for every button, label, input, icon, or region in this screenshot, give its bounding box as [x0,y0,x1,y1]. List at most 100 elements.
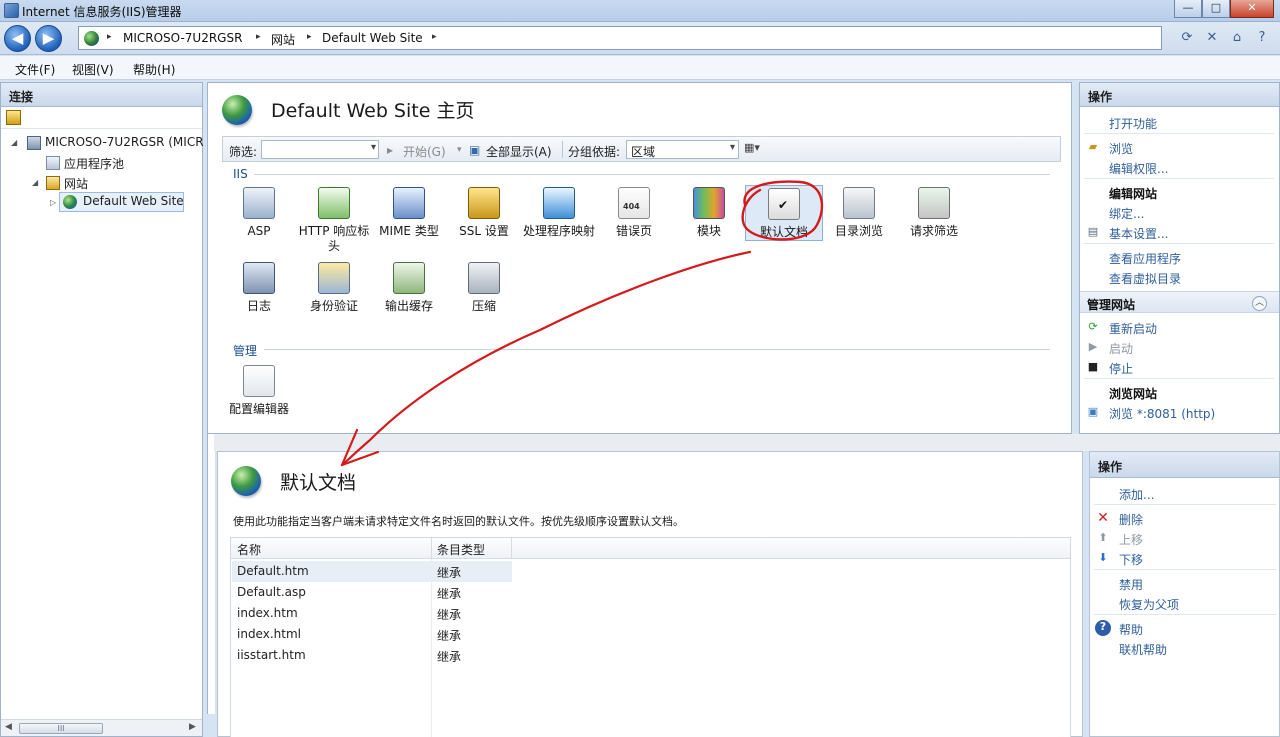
feature-error-pages[interactable]: 错误页 [595,187,673,239]
group-by-select[interactable]: 区域 [626,140,739,159]
screenshot-seam [214,434,1280,451]
directory-browsing-icon [843,187,875,219]
action-start[interactable]: 启动 [1109,340,1133,357]
expand-site-icon[interactable]: ▷ [50,198,56,207]
action-move-up[interactable]: 上移 [1119,531,1143,548]
tree-node-app-pools[interactable]: 应用程序池 [64,155,124,172]
action-stop[interactable]: 停止 [1109,360,1133,377]
breadcrumb-default-web-site[interactable]: Default Web Site [322,31,423,45]
navigation-bar: ◀ ▶ ▸ MICROSO-7U2RGSR ▸ 网站 ▸ Default Web… [0,22,1280,55]
menu-file[interactable]: 文件(F) [15,61,55,78]
action-revert-to-parent[interactable]: 恢复为父项 [1119,596,1179,613]
globe-icon [63,195,77,209]
scroll-left-icon[interactable]: ◀ [5,722,12,732]
action-view-virtual-directories[interactable]: 查看虚拟目录 [1109,270,1181,287]
feature-ssl-settings[interactable]: SSL 设置 [445,187,523,239]
column-separator[interactable] [431,538,432,559]
chevron-up-icon[interactable]: ︿ [1252,296,1267,311]
tree-node-default-web-site[interactable]: Default Web Site [83,194,184,208]
chevron-right-icon[interactable]: ▸ [432,32,437,42]
column-header-name[interactable]: 名称 [237,541,261,558]
actions-divider [1084,378,1274,379]
go-icon[interactable]: ▸ [387,143,393,157]
create-connection-icon[interactable] [6,110,21,125]
view-mode-icon[interactable]: ▦▾ [744,141,766,158]
start-button[interactable]: 开始(G) [403,143,446,160]
action-move-down[interactable]: 下移 [1119,551,1143,568]
nav-tools: ⟳ ✕ ⌂ ? [1177,28,1272,48]
table-row[interactable]: index.htm 继承 [232,603,512,624]
help-icon[interactable]: ? [1252,28,1272,48]
scroll-thumb[interactable]: III [19,723,103,734]
tree-node-sites[interactable]: 网站 [64,175,88,192]
stop-icon[interactable]: ✕ [1202,28,1222,48]
menu-view[interactable]: 视图(V) [72,61,114,78]
action-view-applications[interactable]: 查看应用程序 [1109,250,1181,267]
home-icon[interactable]: ⌂ [1227,28,1247,48]
default-document-title: 默认文档 [280,472,357,494]
section-iis: IIS [233,167,248,181]
breadcrumb-sites[interactable]: 网站 [271,31,295,48]
minimize-button[interactable]: — [1174,0,1202,18]
close-button[interactable]: ✕ [1230,0,1274,18]
action-edit-permissions[interactable]: 编辑权限... [1109,160,1168,177]
actions-divider [1094,504,1276,505]
actions-header: 操作 [1080,83,1279,107]
feature-request-filtering[interactable]: 请求筛选 [895,187,973,239]
table-row[interactable]: iisstart.htm 继承 [232,645,512,666]
feature-configuration-editor[interactable]: 配置编辑器 [220,365,298,417]
feature-modules[interactable]: 模块 [670,187,748,239]
address-bar[interactable]: ▸ MICROSO-7U2RGSR ▸ 网站 ▸ Default Web Sit… [78,26,1162,50]
tree-node-server[interactable]: MICROSO-7U2RGSR (MICR [45,135,204,149]
connections-hscroll[interactable]: ◀ III ▶ [1,719,202,736]
feature-output-caching[interactable]: 输出缓存 [370,262,448,314]
table-row[interactable]: index.html 继承 [232,624,512,645]
action-remove[interactable]: 删除 [1119,511,1143,528]
feature-compression[interactable]: 压缩 [445,262,523,314]
action-basic-settings[interactable]: 基本设置... [1109,225,1168,242]
feature-authentication[interactable]: 身份验证 [295,262,373,314]
refresh-icon[interactable]: ⟳ [1177,28,1197,48]
action-browse[interactable]: 浏览 [1109,140,1133,157]
action-online-help[interactable]: 联机帮助 [1119,641,1167,658]
show-all-button[interactable]: 全部显示(A) [486,143,552,160]
globe-icon [84,31,99,46]
table-row[interactable]: Default.asp 继承 [232,582,512,603]
chevron-right-icon[interactable]: ▸ [307,32,312,42]
action-browse-port[interactable]: 浏览 *:8081 (http) [1109,405,1215,422]
table-row[interactable]: Default.htm 继承 [232,561,512,582]
column-separator[interactable] [511,538,512,559]
collapse-server-icon[interactable]: ◢ [11,138,17,147]
menu-help[interactable]: 帮助(H) [133,61,175,78]
action-add[interactable]: 添加... [1119,486,1154,503]
back-button[interactable]: ◀ [4,25,31,52]
feature-label: 模块 [696,224,721,238]
feature-label: 默认文档 [759,225,808,239]
breadcrumb-server[interactable]: MICROSO-7U2RGSR [123,31,242,45]
chevron-right-icon[interactable]: ▸ [256,32,261,42]
feature-http-response-headers[interactable]: HTTP 响应标头 [295,187,373,254]
site-home-panel: Default Web Site 主页 筛选: ▸ 开始(G) ▾ ▣ 全部显示… [207,82,1072,434]
action-restart[interactable]: 重新启动 [1109,320,1157,337]
action-help[interactable]: 帮助 [1119,621,1143,638]
column-header-entry-type[interactable]: 条目类型 [437,541,485,558]
feature-handler-mappings[interactable]: 处理程序映射 [520,187,598,239]
action-open-feature[interactable]: 打开功能 [1109,115,1157,132]
collapse-sites-icon[interactable]: ◢ [32,178,38,187]
scroll-right-icon[interactable]: ▶ [189,722,196,732]
feature-mime-types[interactable]: MIME 类型 [370,187,448,239]
action-bindings[interactable]: 绑定... [1109,205,1144,222]
feature-logging[interactable]: 日志 [220,262,298,314]
feature-directory-browsing[interactable]: 目录浏览 [820,187,898,239]
forward-button[interactable]: ▶ [35,25,62,52]
default-document-panel: 默认文档 使用此功能指定当客户端未请求特定文件名时返回的默认文件。按优先级顺序设… [217,451,1083,737]
feature-default-document[interactable]: 默认文档 [745,185,823,241]
chevron-right-icon[interactable]: ▸ [107,32,112,42]
action-disable[interactable]: 禁用 [1119,576,1143,593]
dropdown-icon[interactable]: ▾ [457,145,462,155]
cell-entry-type: 继承 [437,587,462,601]
default-document-description: 使用此功能指定当客户端未请求特定文件名时返回的默认文件。按优先级顺序设置默认文档… [233,515,684,528]
feature-asp[interactable]: ASP [220,187,298,239]
maximize-button[interactable]: □ [1202,0,1230,18]
filter-input[interactable] [261,140,379,159]
